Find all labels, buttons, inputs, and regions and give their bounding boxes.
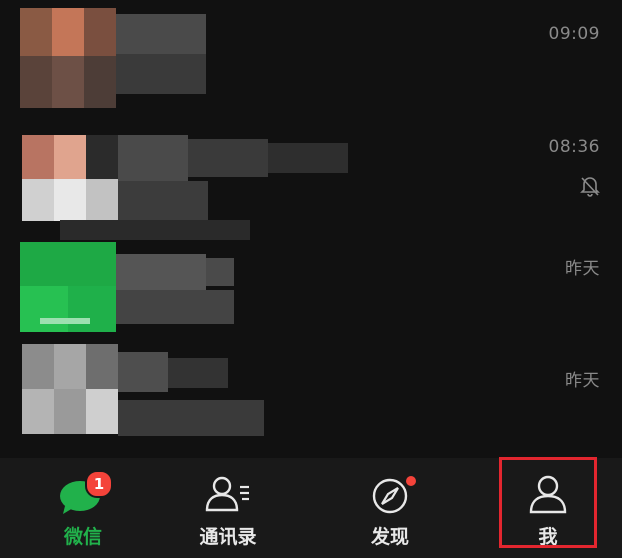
chat-row[interactable]: 昨天 [0, 220, 622, 332]
chat-time: 昨天 [565, 371, 600, 391]
chat-time: 昨天 [565, 259, 600, 279]
chat-list: 09:09 08:36 昨天 昨天 [0, 0, 622, 458]
chat-bubble-icon: 1 [53, 470, 113, 516]
tab-label: 微信 [63, 526, 102, 548]
highlight-box [499, 457, 597, 548]
chat-preview [116, 254, 234, 324]
contacts-icon [203, 472, 253, 516]
tab-weixin[interactable]: 1 微信 [18, 458, 148, 558]
chat-preview [118, 400, 264, 436]
chat-name [60, 220, 250, 240]
avatar [20, 242, 116, 332]
chat-row[interactable]: 09:09 [0, 0, 622, 115]
avatar [22, 344, 118, 434]
tab-bar: 1 微信 通讯录 发现 我 [0, 457, 622, 558]
chat-name [118, 135, 348, 181]
avatar [22, 135, 118, 221]
chat-time: 09:09 [548, 24, 600, 44]
avatar [20, 8, 116, 108]
chat-preview [118, 181, 208, 221]
chat-row[interactable]: 昨天 [0, 330, 622, 440]
tab-label: 通讯录 [199, 526, 257, 548]
tab-label: 发现 [370, 526, 409, 548]
unread-badge: 1 [85, 470, 113, 498]
notification-dot [406, 476, 416, 486]
mute-bell-icon [580, 177, 600, 197]
tab-contacts[interactable]: 通讯录 [163, 458, 293, 558]
compass-icon [368, 472, 416, 516]
chat-time: 08:36 [548, 137, 600, 157]
tab-discover[interactable]: 发现 [325, 458, 455, 558]
chat-name [116, 14, 206, 94]
chat-row[interactable]: 08:36 [0, 115, 622, 221]
chat-name [118, 352, 228, 392]
